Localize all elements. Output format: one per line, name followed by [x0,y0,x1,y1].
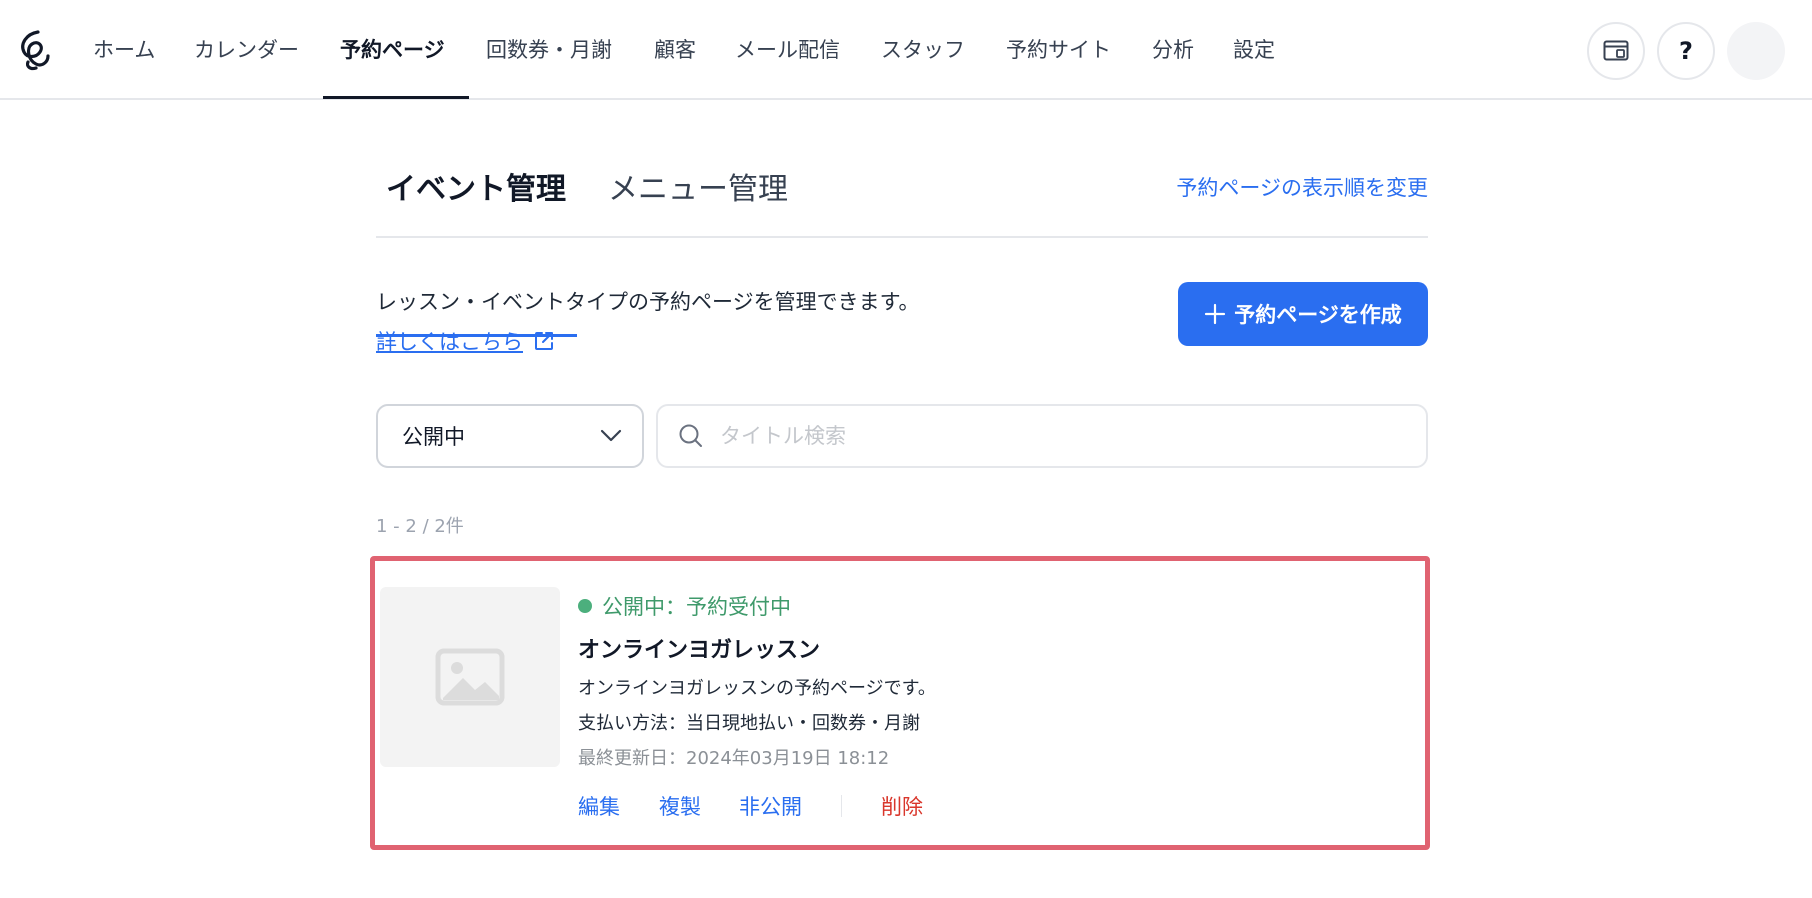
main-content: イベント管理 メニュー管理 予約ページの表示順を変更 レッスン・イベントタイプの… [370,100,1430,898]
status-filter-value: 公開中 [402,425,465,449]
search-input[interactable] [718,423,1398,449]
page-description: レッスン・イベントタイプの予約ページを管理できます。 [376,290,920,314]
learn-more-link[interactable]: 詳しくはこちら [376,326,555,356]
edit-button[interactable]: 編集 [578,791,620,821]
unpublish-button[interactable]: 非公開 [739,791,802,821]
result-count: 1 - 2 / 2件 [376,516,464,537]
booking-widget-button[interactable] [1587,22,1645,80]
card-payment-methods: 支払い方法：当日現地払い・回数券・月謝 [578,713,920,734]
nav-item-booking-pages[interactable]: 予約ページ [340,34,445,64]
nav-item-booking-site[interactable]: 予約サイト [1006,34,1111,64]
search-icon [679,424,702,447]
active-nav-indicator [323,96,469,99]
nav-item-customers[interactable]: 顧客 [654,34,696,64]
nav-item-calendar[interactable]: カレンダー [194,34,299,64]
card-last-updated: 最終更新日：2024年03月19日 18:12 [578,748,890,769]
delete-button[interactable]: 削除 [881,791,923,821]
status-badge: 公開中：予約受付中 [578,591,791,621]
nav-item-mail[interactable]: メール配信 [735,34,840,64]
chevron-down-icon [600,429,622,442]
status-dot-icon [578,599,592,613]
nav-item-analytics[interactable]: 分析 [1152,34,1194,64]
duplicate-button[interactable]: 複製 [659,791,701,821]
card-description: オンラインヨガレッスンの予約ページです。 [578,678,936,699]
app-logo-icon[interactable] [16,28,54,72]
image-placeholder-icon [435,648,505,706]
status-filter-select[interactable]: 公開中 [376,404,644,468]
help-button[interactable]: ? [1657,22,1715,80]
window-icon [1603,40,1629,61]
nav-item-staff[interactable]: スタッフ [881,34,965,64]
tab-event-management[interactable]: イベント管理 [386,164,566,208]
title-search [656,404,1428,468]
status-text: 公開中：予約受付中 [602,595,791,619]
tab-menu-management[interactable]: メニュー管理 [608,164,788,208]
nav-item-tickets[interactable]: 回数券・月謝 [486,34,612,64]
avatar[interactable] [1727,22,1785,80]
external-link-icon [535,332,553,350]
booking-page-card[interactable]: 公開中：予約受付中 オンラインヨガレッスン オンラインヨガレッスンの予約ページで… [370,556,1430,850]
create-button-label: 予約ページを作成 [1234,303,1402,327]
card-title[interactable]: オンラインヨガレッスン [578,632,820,664]
card-thumbnail [380,587,560,767]
top-navigation: ホーム カレンダー 予約ページ 回数券・月謝 顧客 メール配信 スタッフ 予約サ… [0,0,1812,100]
reorder-link[interactable]: 予約ページの表示順を変更 [1176,172,1428,202]
create-booking-page-button[interactable]: 予約ページを作成 [1178,282,1428,346]
plus-icon [1205,303,1226,325]
nav-item-home[interactable]: ホーム [93,34,155,64]
action-divider [841,795,842,817]
learn-more-label: 詳しくはこちら [376,330,523,354]
nav-item-settings[interactable]: 設定 [1233,34,1275,64]
